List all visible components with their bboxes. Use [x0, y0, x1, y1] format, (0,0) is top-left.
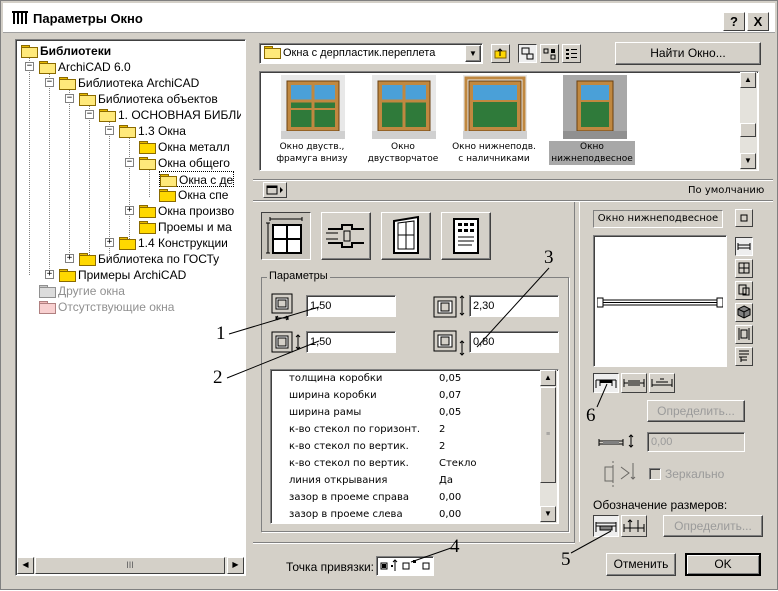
callout-2: 2 [213, 367, 223, 388]
callout-1: 1 [216, 323, 226, 344]
callout-leaders [226, 267, 612, 563]
callout-3: 3 [544, 247, 554, 268]
callout-4: 4 [450, 536, 460, 557]
callout-5: 5 [561, 549, 571, 570]
window: Параметры Окно ? X Библиотеки − ArchiCAD… [0, 0, 778, 590]
callout-6: 6 [586, 405, 596, 426]
